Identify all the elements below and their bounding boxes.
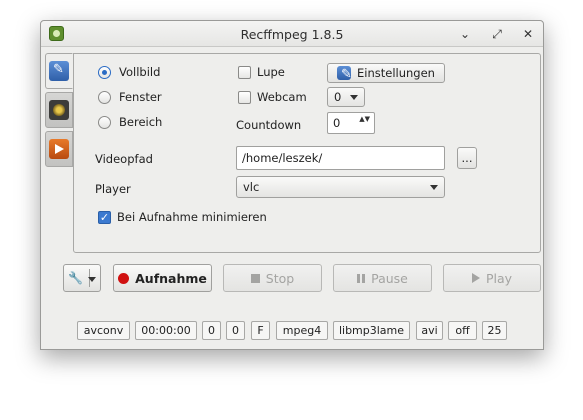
radio-label-fenster: Fenster [119,90,162,104]
webcam-label: Webcam [257,90,307,104]
tab-general[interactable] [45,53,73,89]
status-audio-codec: libmp3lame [333,321,410,340]
radio-fenster[interactable] [98,91,111,104]
chevron-down-icon [350,95,358,100]
countdown-value: 0 [333,116,341,130]
settings-panel: Vollbild Fenster Bereich Lupe Webcam Ein… [73,53,541,253]
countdown-spinbox[interactable]: 0 ▲▼ [327,112,375,134]
einstellungen-button[interactable]: Einstellungen [327,63,445,83]
webcam-select-value: 0 [334,90,342,104]
pause-icon [357,273,366,283]
stop-label: Stop [265,270,295,286]
lupe-checkbox[interactable] [238,66,251,79]
browse-button[interactable]: ... [457,147,477,169]
pause-label: Pause [371,270,408,286]
einstellungen-label: Einstellungen [357,66,435,80]
title-bar[interactable]: Recffmpeg 1.8.5 ⌄ ⤢ ✕ [41,21,543,47]
tab-audio[interactable] [45,92,73,128]
spin-arrows-icon[interactable]: ▲▼ [359,115,370,123]
videopfad-label: Videopfad [95,152,153,166]
webcam-checkbox[interactable] [238,91,251,104]
player-select[interactable]: vlc [236,176,445,198]
main-window: Recffmpeg 1.8.5 ⌄ ⤢ ✕ Vollbild Fenster B… [40,20,544,350]
stop-button[interactable]: Stop [223,264,322,292]
minimize-icon[interactable]: ⌄ [456,25,474,43]
play-icon [471,273,480,283]
radio-label-vollbild: Vollbild [119,65,161,79]
minimize-on-record-label: Bei Aufnahme minimieren [117,210,267,224]
record-button[interactable]: Aufnahme [113,264,212,292]
status-time: 00:00:00 [135,321,197,340]
pause-button[interactable]: Pause [333,264,432,292]
play-label: Play [485,270,513,286]
stop-icon [250,273,260,283]
tools-menu-button[interactable]: 🔧 [63,264,101,292]
countdown-label: Countdown [236,118,302,132]
tab-video[interactable] [45,131,73,167]
play-button[interactable]: Play [443,264,541,292]
player-select-value: vlc [243,180,260,194]
status-fps: 25 [482,321,507,340]
wrench-icon: 🔧 [68,271,83,285]
status-mode: F [251,321,270,340]
radio-bereich[interactable] [98,116,111,129]
close-icon[interactable]: ✕ [519,25,537,43]
chevron-down-icon [430,185,438,190]
browse-label: ... [461,151,473,165]
player-label: Player [95,182,131,196]
audio-speaker-icon [49,100,69,120]
record-label: Aufnahme [135,270,207,286]
status-container: avi [416,321,443,340]
lupe-label: Lupe [257,65,285,79]
maximize-icon[interactable]: ⤢ [488,25,506,43]
record-dot-icon [118,272,130,284]
minimize-on-record-checkbox[interactable]: ✓ [98,211,111,224]
webcam-select[interactable]: 0 [327,87,365,107]
status-video-codec: mpeg4 [276,321,328,340]
tools-icon [49,61,69,81]
chevron-down-icon [88,277,96,282]
tab-strip [45,53,73,170]
status-count-b: 0 [226,321,245,340]
radio-label-bereich: Bereich [119,115,163,129]
video-film-icon [49,139,69,159]
radio-vollbild[interactable] [98,66,111,79]
tools-icon [337,66,352,82]
status-encoder: avconv [77,321,130,340]
status-count-a: 0 [202,321,221,340]
status-flag: off [448,321,477,340]
videopfad-value: /home/leszek/ [242,151,323,165]
videopfad-input[interactable]: /home/leszek/ [236,146,445,170]
